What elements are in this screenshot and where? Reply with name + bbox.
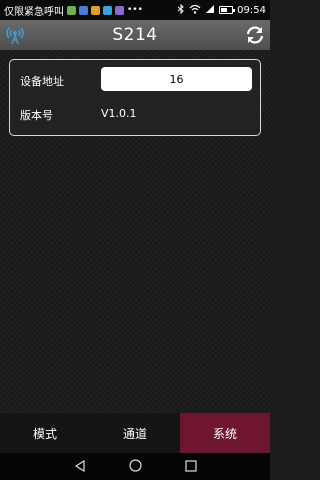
content-area: 设备地址 版本号 V1.0.1 — [0, 50, 270, 413]
notification-app-icon — [115, 5, 124, 15]
refresh-icon[interactable] — [244, 24, 266, 46]
home-icon[interactable] — [128, 457, 142, 476]
wifi-icon — [189, 4, 201, 17]
tab-system[interactable]: 系统 — [180, 413, 270, 453]
carrier-text: 仅限紧急呼叫 — [4, 6, 64, 18]
tab-mode[interactable]: 模式 — [0, 413, 90, 453]
bottom-tab-bar: 模式 通道 系统 — [0, 413, 270, 453]
system-settings-panel: 设备地址 版本号 V1.0.1 — [9, 59, 261, 136]
app-header: S214 — [0, 20, 270, 50]
notification-app-icon — [67, 5, 76, 15]
status-bar: 仅限紧急呼叫 ••• 09:54 — [0, 0, 270, 20]
status-right: 09:54 — [177, 3, 266, 17]
tab-channel[interactable]: 通道 — [90, 413, 180, 453]
device-address-input[interactable] — [101, 67, 252, 91]
recent-apps-icon[interactable] — [184, 457, 197, 476]
notification-app-icon — [91, 5, 100, 15]
bluetooth-icon — [177, 3, 185, 17]
more-icon: ••• — [127, 4, 143, 15]
version-value: V1.0.1 — [101, 107, 137, 120]
system-nav-bar — [0, 453, 270, 480]
status-left: 仅限紧急呼叫 ••• — [4, 3, 177, 18]
status-time: 09:54 — [237, 4, 266, 16]
wireless-signal-icon[interactable] — [4, 24, 26, 46]
page-title: S214 — [112, 25, 158, 45]
device-address-label: 设备地址 — [20, 75, 64, 88]
version-label: 版本号 — [20, 109, 53, 122]
notification-app-icon — [79, 5, 88, 15]
back-icon[interactable] — [74, 457, 86, 476]
notification-app-icon — [103, 5, 112, 15]
battery-icon — [219, 6, 236, 14]
signal-icon — [205, 4, 215, 17]
